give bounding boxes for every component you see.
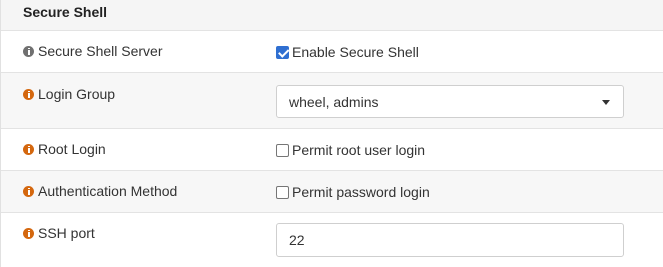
section-title: Secure Shell: [23, 4, 108, 20]
label-text: Secure Shell Server: [38, 43, 163, 59]
label-text: Authentication Method: [38, 183, 178, 199]
label-text: Root Login: [38, 141, 106, 157]
row-secure-shell-server: Secure Shell Server Enable Secure Shell: [1, 31, 663, 73]
checkbox-label[interactable]: Enable Secure Shell: [292, 44, 419, 60]
row-label-ssh-port: SSH port: [23, 225, 95, 241]
enable-secure-shell-checkbox[interactable]: Enable Secure Shell: [276, 44, 419, 60]
row-login-group: Login Group wheel, admins: [1, 73, 663, 129]
caret-down-icon: [602, 100, 610, 105]
info-icon[interactable]: [23, 185, 34, 197]
row-label-login-group: Login Group: [23, 86, 115, 102]
checkbox-unchecked[interactable]: [276, 143, 289, 157]
info-icon[interactable]: [23, 143, 34, 155]
info-icon[interactable]: [23, 45, 34, 57]
checkbox-checked[interactable]: [276, 45, 289, 59]
label-text: SSH port: [38, 225, 95, 241]
checkbox-label[interactable]: Permit root user login: [292, 142, 425, 158]
label-text: Login Group: [38, 86, 116, 102]
row-label-authentication-method: Authentication Method: [23, 183, 177, 199]
secure-shell-panel: Secure Shell Secure Shell Server Enable …: [0, 0, 663, 267]
row-ssh-port: SSH port 22: [1, 213, 663, 267]
permit-root-login-checkbox[interactable]: Permit root user login: [276, 142, 425, 158]
checkbox-unchecked[interactable]: [276, 185, 289, 199]
row-root-login: Root Login Permit root user login: [1, 129, 663, 171]
row-authentication-method: Authentication Method Permit password lo…: [1, 171, 663, 213]
row-label-root-login: Root Login: [23, 141, 106, 157]
info-icon[interactable]: [23, 227, 34, 239]
row-label-secure-shell-server: Secure Shell Server: [23, 43, 163, 59]
permit-password-login-checkbox[interactable]: Permit password login: [276, 184, 430, 200]
checkbox-label[interactable]: Permit password login: [292, 184, 430, 200]
section-header: Secure Shell: [1, 0, 663, 31]
select-value: wheel, admins: [289, 94, 379, 110]
ssh-port-input[interactable]: 22: [276, 223, 624, 257]
login-group-select[interactable]: wheel, admins: [276, 85, 624, 118]
info-icon[interactable]: [23, 88, 34, 100]
